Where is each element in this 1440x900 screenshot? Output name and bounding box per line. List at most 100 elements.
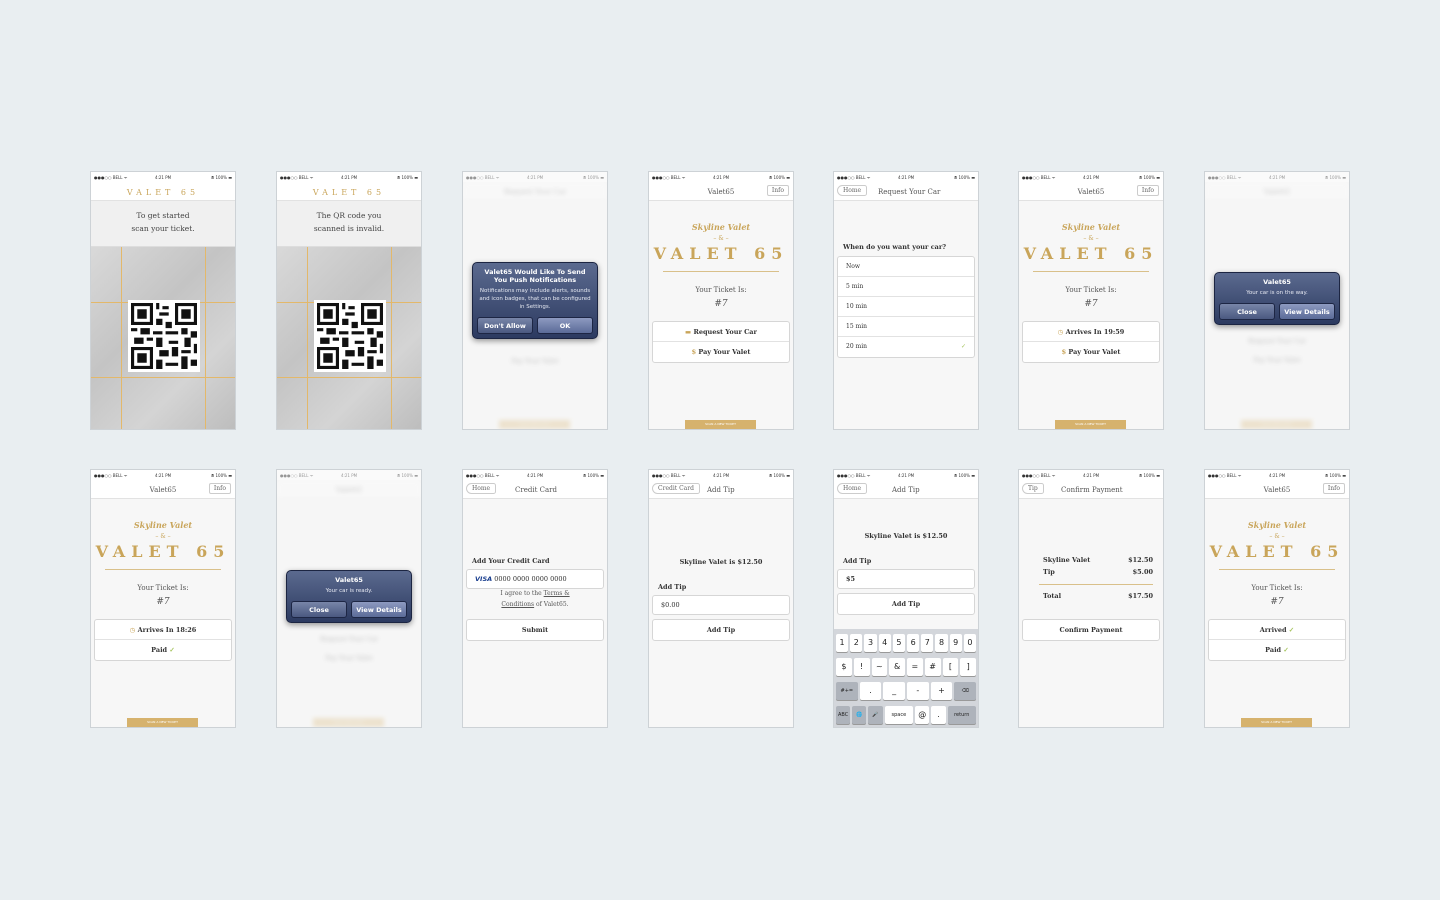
key[interactable]: 1 bbox=[836, 634, 849, 652]
option-10-min[interactable]: 10 min bbox=[838, 297, 974, 317]
option-20-min[interactable]: 20 min ✓ bbox=[838, 337, 974, 357]
add-tip-button[interactable]: Add Tip bbox=[837, 593, 975, 615]
key[interactable]: $ bbox=[836, 658, 852, 676]
option-now[interactable]: Now bbox=[838, 257, 974, 277]
close-button[interactable]: Close bbox=[1219, 303, 1275, 320]
key[interactable]: ! bbox=[853, 658, 870, 676]
space-key[interactable]: space bbox=[884, 706, 914, 724]
terms-link[interactable]: Terms & bbox=[544, 590, 570, 597]
key[interactable]: + bbox=[930, 682, 953, 700]
key[interactable]: & bbox=[889, 658, 905, 676]
arrival-countdown: ◷ Arrives In 19:59 bbox=[1023, 322, 1159, 342]
key[interactable]: 6 bbox=[907, 634, 920, 652]
submit-button[interactable]: Submit bbox=[466, 619, 604, 641]
key[interactable]: _ bbox=[883, 682, 906, 700]
view-details-button[interactable]: View Details bbox=[351, 601, 407, 618]
screen-on-way-alert: ●●●○○ BELL ᯤ4:21 PM⦾ 100% ▬ Valet65 Requ… bbox=[1204, 171, 1350, 430]
key[interactable]: . bbox=[859, 682, 882, 700]
brand-block: Skyline Valet – & – VALET 65 bbox=[1205, 520, 1349, 570]
backspace-icon[interactable]: ⌫ bbox=[954, 682, 977, 700]
key[interactable]: ] bbox=[960, 658, 976, 676]
status-bar: ●●●○○ BELL ᯤ4:21 PM⦾ 100% ▬ bbox=[649, 172, 793, 182]
key[interactable]: 8 bbox=[935, 634, 948, 652]
confirm-payment-button[interactable]: Confirm Payment bbox=[1022, 619, 1160, 641]
close-button[interactable]: Close bbox=[291, 601, 347, 618]
action-list: ◷ Arrives In 18:26 Paid ✓ bbox=[94, 619, 232, 661]
camera-view[interactable] bbox=[277, 247, 421, 429]
key[interactable]: 5 bbox=[892, 634, 906, 652]
key[interactable]: 2 bbox=[850, 634, 863, 652]
tip-input[interactable]: $5 bbox=[837, 569, 975, 589]
request-car-button[interactable]: ▬ Request Your Car bbox=[653, 322, 789, 342]
camera-view[interactable] bbox=[91, 247, 235, 429]
key[interactable]: 3 bbox=[864, 634, 877, 652]
option-15-min[interactable]: 15 min bbox=[838, 317, 974, 337]
key[interactable]: - bbox=[907, 682, 929, 700]
qr-code bbox=[128, 300, 200, 372]
screen-add-tip-keyboard: ●●●○○ BELL ᯤ 4:21 PM ⦾ 100% ▬ Home Add Tip … bbox=[833, 469, 979, 728]
scan-new-ticket-button[interactable]: SCAN A NEW TICKET bbox=[1055, 420, 1126, 429]
pay-valet-button[interactable]: $ Pay Your Valet bbox=[1023, 342, 1159, 362]
key[interactable]: = bbox=[907, 658, 923, 676]
credit-card-back-button[interactable]: Credit Card bbox=[652, 483, 700, 494]
home-back-button[interactable]: Home bbox=[837, 483, 868, 494]
dont-allow-button[interactable]: Don't Allow bbox=[477, 317, 533, 334]
screen-scan-ticket: ●●●○○ BELL ᯤ 4:21 PM ⦾ 100% ▬ VALET 65 To … bbox=[90, 171, 236, 430]
checkmark-icon: ✓ bbox=[960, 343, 966, 350]
option-5-min[interactable]: 5 min bbox=[838, 277, 974, 297]
screen-car-arriving: ●●●○○ BELL ᯤ 4:21 PM ⦾ 100% ▬ Valet65 Info … bbox=[1018, 171, 1164, 430]
screen-arrived: ●●●○○ BELL ᯤ 4:21 PM ⦾ 100% ▬ Valet65 Info … bbox=[1204, 469, 1350, 728]
status-bar: ●●●○○ BELL ᯤ4:21 PM⦾ 100% ▬ bbox=[463, 470, 607, 480]
scan-new-ticket-button[interactable]: SCAN A NEW TICKET bbox=[1241, 718, 1312, 727]
tip-back-button[interactable]: Tip bbox=[1022, 483, 1044, 494]
nav-bar: Home Request Your Car bbox=[834, 182, 978, 201]
info-button[interactable]: Info bbox=[208, 483, 231, 494]
abc-key[interactable]: ABC bbox=[836, 706, 851, 724]
ready-alert: Valet65 Your car is ready. Close View Det… bbox=[286, 570, 412, 623]
key[interactable]: # bbox=[924, 658, 941, 676]
screen-confirm-payment: ●●●○○ BELL ᯤ 4:21 PM ⦾ 100% ▬ Tip Confirm P… bbox=[1018, 469, 1164, 728]
push-permission-alert: Valet65 Would Like To Send You Push Noti… bbox=[472, 262, 598, 339]
nav-bar: Valet65 Info bbox=[649, 182, 793, 201]
nav-bar: Valet65 Info bbox=[1019, 182, 1163, 201]
paid-status: Paid ✓ bbox=[1265, 646, 1289, 654]
return-key[interactable]: return bbox=[947, 706, 976, 724]
key[interactable]: ~ bbox=[871, 658, 888, 676]
info-button[interactable]: Info bbox=[1322, 483, 1345, 494]
ok-button[interactable]: OK bbox=[537, 317, 593, 334]
globe-icon[interactable]: 🌐 bbox=[852, 706, 867, 724]
microphone-icon[interactable]: 🎤 bbox=[868, 706, 883, 724]
key[interactable]: 9 bbox=[949, 634, 962, 652]
total-line: Total $17.50 bbox=[1043, 592, 1153, 600]
status-bar: ●●●○○ BELL ᯤ4:21 PM⦾ 100% ▬ bbox=[277, 172, 421, 182]
key[interactable]: . bbox=[931, 706, 946, 724]
pay-valet-button[interactable]: $ Pay Your Valet bbox=[653, 342, 789, 362]
nav-bar: VALET 65 bbox=[91, 182, 235, 201]
status-bar: ●●●○○ BELL ᯤ4:21 PM⦾ 100% ▬ bbox=[834, 172, 978, 182]
scan-new-ticket-button[interactable]: SCAN A NEW TICKET bbox=[127, 718, 198, 727]
view-details-button[interactable]: View Details bbox=[1279, 303, 1335, 320]
scan-error: The QR code you scanned is invalid. bbox=[277, 201, 421, 247]
key[interactable]: @ bbox=[915, 706, 930, 724]
arrived-status: Arrived ✓ bbox=[1209, 620, 1345, 640]
info-button[interactable]: Info bbox=[1136, 185, 1159, 196]
action-list: Arrived ✓ Paid ✓ bbox=[1208, 619, 1346, 661]
conditions-link[interactable]: Conditions bbox=[501, 601, 534, 608]
key[interactable]: 4 bbox=[878, 634, 891, 652]
clock-icon: ◷ bbox=[1057, 328, 1066, 336]
tip-line: Tip $5.00 bbox=[1043, 568, 1153, 576]
add-tip-button[interactable]: Add Tip bbox=[652, 619, 790, 641]
valet-line: Skyline Valet $12.50 bbox=[1043, 556, 1153, 564]
numeric-keyboard: 1234567890 $! ~ & = #[] #+=. _ - + ⌫ ABC 🌐 🎤 space @… bbox=[834, 629, 978, 727]
card-number-field[interactable]: VISA 0000 0000 0000 0000 bbox=[466, 569, 604, 589]
symbols-key[interactable]: #+= bbox=[836, 682, 858, 700]
key[interactable]: [ bbox=[942, 658, 959, 676]
scan-new-ticket-button[interactable]: SCAN A NEW TICKET bbox=[685, 420, 756, 429]
home-back-button[interactable]: Home bbox=[837, 185, 868, 196]
home-back-button[interactable]: Home bbox=[466, 483, 497, 494]
info-button[interactable]: Info bbox=[766, 185, 789, 196]
tip-input[interactable]: $0.00 bbox=[652, 595, 790, 615]
key[interactable]: 7 bbox=[921, 634, 934, 652]
status-bar: ●●●○○ BELL ᯤ4:21 PM⦾ 100% ▬ bbox=[1205, 470, 1349, 480]
key[interactable]: 0 bbox=[963, 634, 977, 652]
